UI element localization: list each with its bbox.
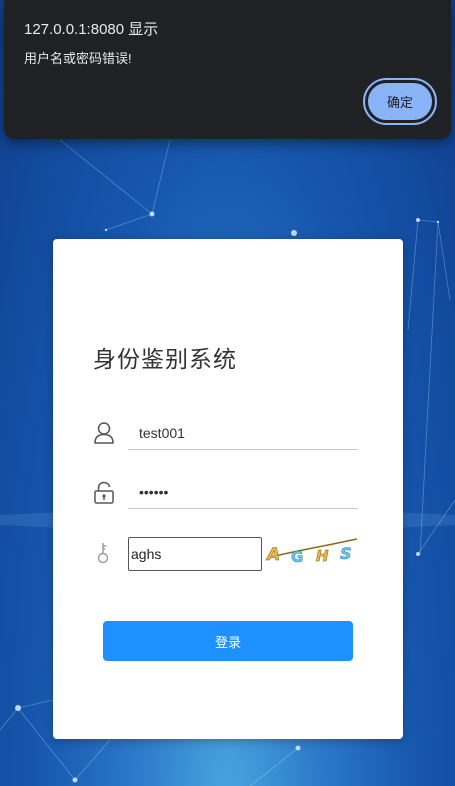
captcha-char: G	[291, 548, 303, 566]
login-card: 身份鉴别系统 A G H S 登录	[53, 239, 403, 739]
lock-icon	[94, 481, 114, 504]
user-icon	[94, 422, 114, 444]
dialog-title: 127.0.0.1:8080 显示	[24, 21, 159, 38]
captcha-char: S	[340, 544, 352, 563]
captcha-char: A	[265, 545, 280, 565]
captcha-char: H	[316, 547, 329, 565]
page-title: 身份鉴别系统	[93, 346, 237, 372]
captcha-input[interactable]	[128, 537, 262, 571]
ok-button[interactable]: 确定	[363, 78, 437, 125]
username-input[interactable]	[128, 416, 358, 450]
password-input[interactable]	[128, 475, 358, 509]
login-button[interactable]: 登录	[103, 621, 353, 661]
key-icon	[97, 543, 109, 564]
captcha-image[interactable]: A G H S	[265, 537, 361, 569]
dialog-message: 用户名或密码错误!	[24, 51, 132, 66]
